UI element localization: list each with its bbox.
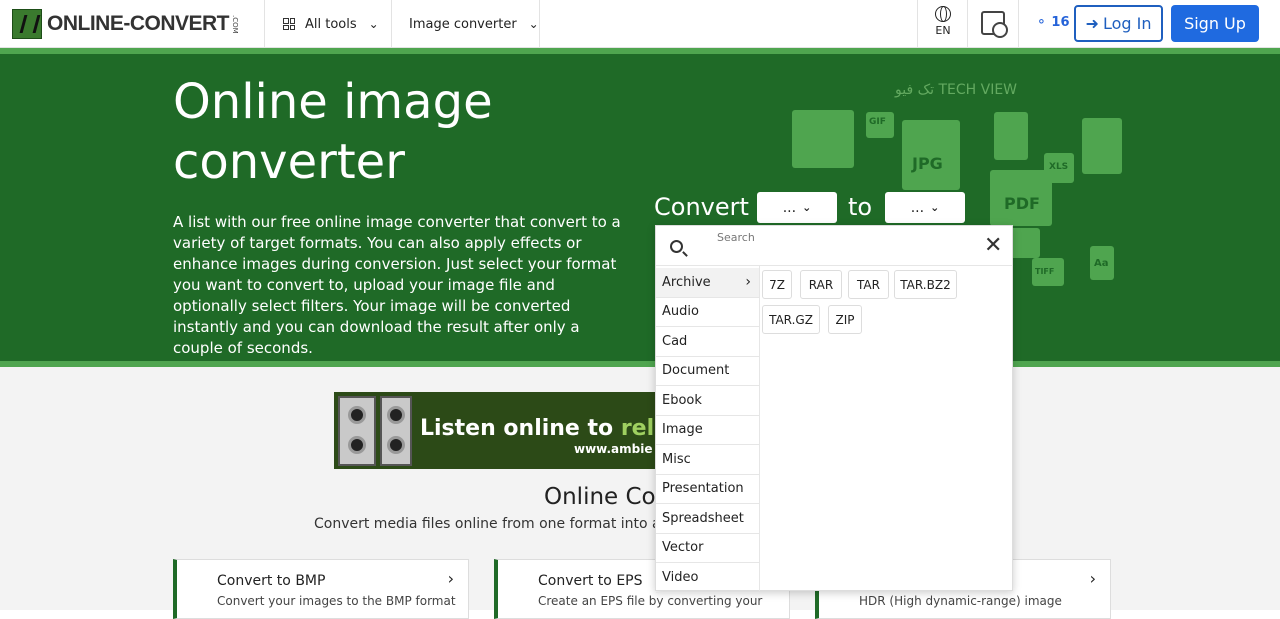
chart-file-icon — [1082, 118, 1122, 174]
site-logo[interactable]: ONLINE-CONVERT .COM — [12, 9, 239, 39]
category-vector[interactable]: Vector — [656, 534, 759, 563]
grid-icon — [283, 18, 295, 30]
globe-icon — [935, 6, 951, 22]
category-misc[interactable]: Misc — [656, 445, 759, 475]
to-format-select[interactable]: ... ⌄ — [885, 192, 965, 223]
ad-banner[interactable]: Listen online to relax www.ambie — [334, 392, 656, 469]
card-description: Convert your images to the BMP format — [217, 594, 456, 608]
section-subtitle: Convert media files online from one form… — [314, 516, 661, 532]
chevron-down-icon: ⌄ — [930, 201, 940, 214]
category-list: Archive › Audio Cad Document Ebook Image … — [656, 268, 759, 593]
envelope-icon — [792, 110, 854, 168]
divider — [1018, 0, 1019, 48]
divider — [539, 0, 540, 48]
credits-counter[interactable]: ⚬ 16 — [1036, 15, 1070, 30]
speaker-image — [338, 396, 376, 466]
speaker-image — [380, 396, 412, 466]
chevron-right-icon: › — [447, 569, 454, 588]
watermark: تک فیو TECH VIEW — [895, 82, 1018, 98]
page-title: Online image converter — [173, 74, 493, 190]
category-video[interactable]: Video — [656, 563, 759, 593]
hero-description: A list with our free online image conver… — [173, 213, 621, 357]
category-audio[interactable]: Audio — [656, 298, 759, 327]
history-icon[interactable] — [981, 11, 1008, 38]
search-icon — [670, 240, 683, 253]
card-description: Create an EPS file by converting your — [538, 594, 763, 608]
category-document[interactable]: Document — [656, 357, 759, 386]
convert-label: Convert — [654, 193, 749, 221]
category-presentation[interactable]: Presentation — [656, 475, 759, 504]
chevron-right-icon: › — [1089, 569, 1096, 588]
signup-button[interactable]: Sign Up — [1171, 5, 1259, 42]
all-tools-button[interactable]: All tools ⌄ — [283, 0, 379, 48]
category-cad[interactable]: Cad — [656, 327, 759, 357]
top-header: ONLINE-CONVERT .COM All tools ⌄ Image co… — [0, 0, 1280, 48]
chevron-down-icon: ⌄ — [368, 17, 379, 31]
close-icon[interactable]: ✕ — [984, 235, 1002, 257]
image-file-icon — [994, 112, 1028, 160]
login-button[interactable]: ➜ Log In — [1074, 5, 1163, 42]
divider — [917, 0, 918, 48]
gif-file-icon: GIF — [866, 112, 894, 138]
format-search-bar[interactable]: Search ✕ — [656, 226, 1012, 266]
credits-value: 16 — [1051, 15, 1070, 30]
image-converter-button[interactable]: Image converter ⌄ — [409, 0, 539, 48]
all-tools-label: All tools — [305, 16, 357, 32]
logo-text: ONLINE-CONVERT — [47, 12, 230, 35]
section-title: Online Co — [544, 484, 656, 510]
convert-bmp-card[interactable]: Convert to BMP Convert your images to th… — [173, 559, 469, 619]
divider — [391, 0, 392, 48]
format-dropdown: Search ✕ Archive › Audio Cad Document Ebo… — [655, 225, 1013, 593]
banner-url: www.ambie — [574, 442, 653, 456]
divider — [967, 0, 968, 48]
card-description: HDR (High dynamic-range) image — [859, 594, 1062, 608]
chevron-right-icon: › — [745, 274, 751, 291]
card-title: Convert to EPS — [538, 573, 643, 589]
to-label: to — [848, 193, 873, 221]
logo-suffix: .COM — [231, 14, 239, 34]
format-7z[interactable]: 7Z — [762, 270, 792, 299]
chevron-down-icon: ⌄ — [528, 17, 539, 31]
divider — [759, 266, 760, 591]
login-label: Log In — [1102, 14, 1152, 33]
banner-headline: Listen online to relax — [420, 416, 656, 441]
from-format-select[interactable]: ... ⌄ — [757, 192, 837, 223]
hero-top-stripe — [0, 48, 1280, 54]
language-selector[interactable]: EN — [925, 6, 961, 37]
format-rar[interactable]: RAR — [800, 270, 842, 299]
category-spreadsheet[interactable]: Spreadsheet — [656, 504, 759, 534]
category-ebook[interactable]: Ebook — [656, 386, 759, 416]
image-converter-label: Image converter — [409, 16, 517, 32]
search-input[interactable]: Search — [717, 231, 755, 244]
pdf-file-icon: PDF — [990, 170, 1052, 226]
format-tar-gz[interactable]: TAR.GZ — [762, 305, 820, 334]
file-icon — [1010, 228, 1040, 258]
format-tar[interactable]: TAR — [848, 270, 889, 299]
card-title: Convert to BMP — [217, 573, 326, 589]
language-label: EN — [935, 24, 951, 37]
category-archive[interactable]: Archive › — [656, 268, 759, 298]
logo-icon — [12, 9, 42, 39]
chevron-down-icon: ⌄ — [802, 201, 812, 214]
category-image[interactable]: Image — [656, 416, 759, 445]
to-format-value: ... — [910, 199, 925, 216]
coin-icon: ⚬ — [1036, 15, 1052, 30]
login-icon: ➜ — [1085, 14, 1099, 33]
jpg-file-icon: JPG — [902, 120, 960, 190]
from-format-value: ... — [782, 199, 797, 216]
tiff-file-icon: TIFF — [1032, 258, 1064, 286]
divider — [264, 0, 265, 48]
format-tar-bz2[interactable]: TAR.BZ2 — [894, 270, 957, 299]
font-file-icon: Aa — [1090, 246, 1114, 280]
format-zip[interactable]: ZIP — [828, 305, 862, 334]
